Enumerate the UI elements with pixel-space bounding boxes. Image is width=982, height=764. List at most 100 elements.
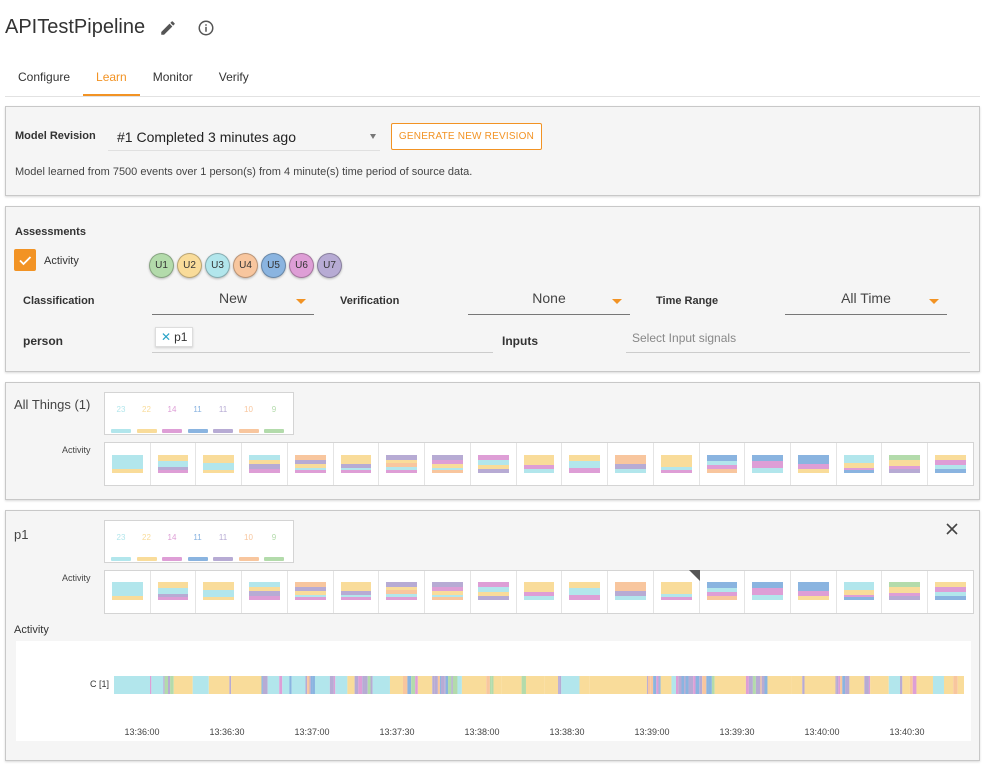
histogram-cell[interactable] bbox=[425, 571, 471, 613]
timeline-segment bbox=[461, 676, 487, 694]
count-value: 9 bbox=[271, 533, 277, 542]
timeline-segment bbox=[229, 676, 232, 694]
generate-revision-button[interactable]: GENERATE NEW REVISION bbox=[391, 123, 542, 150]
histogram-segment bbox=[889, 596, 921, 600]
count-value: 10 bbox=[244, 533, 253, 542]
histogram-cell[interactable] bbox=[151, 571, 197, 613]
histogram-cell[interactable] bbox=[517, 443, 563, 485]
histogram-cell[interactable] bbox=[608, 443, 654, 485]
user-legend-chip: U5 bbox=[261, 253, 286, 278]
histogram-cell[interactable] bbox=[471, 571, 517, 613]
histogram-cell[interactable] bbox=[562, 443, 609, 485]
histogram-cell[interactable] bbox=[334, 571, 380, 613]
classification-select[interactable]: New bbox=[152, 285, 314, 315]
histogram-cell[interactable] bbox=[608, 571, 654, 613]
verification-select[interactable]: None bbox=[468, 285, 630, 315]
histogram-cell[interactable] bbox=[196, 571, 243, 613]
selected-marker-icon bbox=[688, 570, 700, 581]
person-chip[interactable]: ✕ p1 bbox=[155, 327, 194, 347]
timeline-segment bbox=[310, 676, 313, 694]
histogram-cell[interactable] bbox=[105, 443, 151, 485]
histogram-cell[interactable] bbox=[517, 571, 563, 613]
histogram-cell[interactable] bbox=[379, 443, 426, 485]
timeline-segment bbox=[681, 676, 685, 694]
histogram-cell[interactable] bbox=[837, 443, 883, 485]
info-icon[interactable] bbox=[195, 17, 217, 39]
tab-monitor[interactable]: Monitor bbox=[140, 60, 206, 96]
histogram-segment bbox=[340, 582, 372, 591]
histogram-segment bbox=[660, 455, 692, 467]
histogram-cell[interactable] bbox=[562, 571, 609, 613]
histogram-cell[interactable] bbox=[242, 571, 288, 613]
histogram-cell[interactable] bbox=[654, 570, 700, 613]
histogram-cell[interactable] bbox=[105, 571, 151, 613]
histogram-cell[interactable] bbox=[196, 443, 243, 485]
histogram-cell[interactable] bbox=[928, 443, 973, 485]
timeline-segment bbox=[486, 676, 490, 694]
row-label: Activity bbox=[62, 573, 91, 583]
pencil-icon[interactable] bbox=[157, 17, 179, 39]
histogram-cell[interactable] bbox=[425, 443, 471, 485]
activity-checkbox[interactable] bbox=[14, 249, 36, 271]
histogram-cell[interactable] bbox=[334, 443, 380, 485]
timeline-segment bbox=[448, 676, 452, 694]
count-value: 22 bbox=[142, 405, 151, 414]
chevron-down-icon bbox=[370, 134, 376, 139]
close-icon[interactable]: ✕ bbox=[161, 330, 171, 344]
time-range-select[interactable]: All Time bbox=[785, 285, 947, 315]
count-bar bbox=[162, 557, 182, 561]
timeline-segment bbox=[849, 676, 865, 694]
histogram-cell[interactable] bbox=[882, 443, 929, 485]
histogram-cell[interactable] bbox=[745, 443, 792, 485]
timeline-segment bbox=[267, 676, 280, 694]
histogram-cell[interactable] bbox=[882, 571, 929, 613]
person-input[interactable] bbox=[152, 325, 493, 353]
histogram-stack bbox=[569, 455, 601, 473]
histogram-cell[interactable] bbox=[288, 443, 334, 485]
histogram-stack bbox=[935, 582, 966, 600]
timeline-tick-label: 13:39:00 bbox=[634, 727, 670, 737]
histogram-cell[interactable] bbox=[242, 443, 288, 485]
timeline-tick-label: 13:37:00 bbox=[294, 727, 330, 737]
timeline-segment bbox=[407, 676, 412, 694]
histogram-stack bbox=[843, 455, 875, 473]
model-revision-value: #1 Completed 3 minutes ago bbox=[117, 129, 296, 145]
model-revision-select[interactable]: #1 Completed 3 minutes ago bbox=[108, 123, 380, 151]
histogram-cell[interactable] bbox=[379, 571, 426, 613]
histogram-cell[interactable] bbox=[700, 571, 746, 613]
histogram-segment bbox=[569, 594, 601, 600]
histogram-cell[interactable] bbox=[745, 571, 792, 613]
count-value: 22 bbox=[142, 533, 151, 542]
tab-configure[interactable]: Configure bbox=[5, 60, 83, 96]
histogram-cell[interactable] bbox=[471, 443, 517, 485]
histogram-segment bbox=[615, 582, 646, 591]
timeline-segment bbox=[745, 676, 749, 694]
histogram-segment bbox=[523, 455, 555, 465]
histogram-cell[interactable] bbox=[654, 443, 700, 485]
histogram-cell[interactable] bbox=[700, 443, 746, 485]
histogram-stack bbox=[294, 455, 326, 473]
timeline-segment bbox=[653, 676, 657, 694]
histogram-segment bbox=[889, 469, 921, 473]
tab-learn[interactable]: Learn bbox=[83, 60, 140, 96]
histogram-stack bbox=[935, 455, 966, 473]
timeline-segment bbox=[579, 676, 590, 694]
histogram-segment bbox=[249, 595, 280, 600]
activity-timeline: C [1] 13:36:00 13:36:30 13:37:00 13:37:30 13… bbox=[16, 641, 971, 741]
histogram-cell[interactable] bbox=[791, 571, 837, 613]
timeline-segment bbox=[521, 676, 526, 694]
histogram-cell[interactable] bbox=[928, 571, 973, 613]
histogram-cell[interactable] bbox=[288, 571, 334, 613]
close-icon[interactable] bbox=[945, 522, 959, 536]
tab-verify[interactable]: Verify bbox=[206, 60, 262, 96]
histogram-segment bbox=[523, 468, 555, 473]
timeline-segment bbox=[688, 676, 694, 694]
histogram-cell[interactable] bbox=[837, 571, 883, 613]
timeline-segment bbox=[953, 676, 958, 694]
count-value: 11 bbox=[218, 405, 228, 414]
histogram-cell[interactable] bbox=[151, 443, 197, 485]
timeline-segment bbox=[445, 676, 449, 694]
timeline-segment bbox=[358, 676, 363, 694]
histogram-cell[interactable] bbox=[791, 443, 837, 485]
timeline-strip[interactable] bbox=[114, 676, 964, 694]
